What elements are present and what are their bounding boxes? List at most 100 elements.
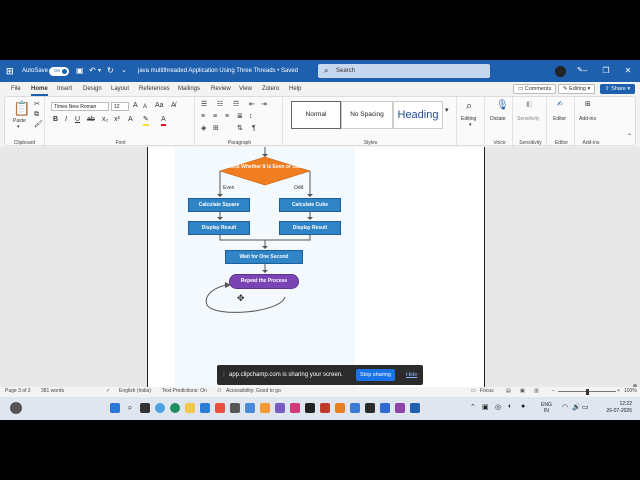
tray-app-icon-4[interactable]: ●: [521, 403, 525, 410]
language-indicator[interactable]: ENG IN: [541, 402, 552, 414]
stop-sharing-button[interactable]: Stop sharing: [356, 369, 395, 381]
app-icon-8[interactable]: [320, 403, 330, 413]
zoom-slider-thumb[interactable]: [586, 389, 589, 395]
comments-button[interactable]: ▭ Comments: [513, 84, 557, 94]
grow-font-icon[interactable]: A: [133, 102, 138, 110]
search-box[interactable]: ⌕ Search: [318, 64, 490, 78]
hide-button[interactable]: Hide: [406, 365, 417, 385]
word-count[interactable]: 381 words: [41, 388, 64, 394]
justify-icon[interactable]: ≣: [237, 113, 243, 121]
italic-icon[interactable]: I: [65, 116, 67, 124]
paste-icon[interactable]: 📋: [13, 101, 30, 115]
cut-icon[interactable]: ✂: [34, 101, 40, 109]
app-icon-2[interactable]: [230, 403, 240, 413]
wifi-icon[interactable]: ◠: [562, 403, 568, 411]
bold-icon[interactable]: B: [53, 116, 58, 124]
change-case-icon[interactable]: Aa: [155, 102, 164, 110]
focus-icon[interactable]: ▭: [471, 388, 476, 394]
dictate-label[interactable]: Dictate: [490, 116, 506, 122]
vertical-scrollbar[interactable]: [632, 147, 638, 407]
tab-home[interactable]: Home: [31, 84, 48, 96]
undo-dropdown-icon[interactable]: ▾: [98, 60, 101, 82]
tab-view[interactable]: View: [239, 84, 252, 96]
zoom-level[interactable]: 100%: [624, 388, 637, 394]
font-color-icon[interactable]: A: [161, 116, 166, 126]
style-no-spacing[interactable]: No Spacing: [341, 101, 393, 129]
font-size-select[interactable]: 12: [111, 102, 129, 111]
sensitivity-label[interactable]: Sensitivity: [517, 116, 540, 122]
app-icon-13[interactable]: [395, 403, 405, 413]
battery-icon[interactable]: ▭: [582, 403, 589, 411]
addins-icon[interactable]: ⊞: [585, 101, 591, 109]
read-mode-icon[interactable]: ▤: [506, 388, 511, 394]
start-icon[interactable]: [110, 403, 120, 413]
app-icon-6[interactable]: [290, 403, 300, 413]
editor-label[interactable]: Editor: [553, 116, 566, 122]
word-taskbar-icon[interactable]: [410, 403, 420, 413]
microphone-icon[interactable]: 🎙: [496, 101, 509, 111]
app-icon-3[interactable]: [245, 403, 255, 413]
style-normal[interactable]: Normal: [291, 101, 341, 129]
align-center-icon[interactable]: ≡: [213, 113, 217, 121]
drag-handle-icon[interactable]: ⋮: [221, 365, 227, 385]
font-name-select[interactable]: Times New Roman: [51, 102, 109, 111]
accessibility-label[interactable]: Accessibility: Good to go: [226, 388, 281, 394]
strikethrough-icon[interactable]: ab: [87, 116, 95, 124]
app-icon-11[interactable]: [365, 403, 375, 413]
volume-icon[interactable]: 🔊: [572, 403, 581, 411]
minimize-icon[interactable]: –: [575, 60, 595, 82]
avatar[interactable]: [555, 66, 566, 77]
text-predictions-label[interactable]: Text Predictions: On: [162, 388, 207, 394]
tab-file[interactable]: File: [11, 84, 21, 96]
app-icon-12[interactable]: [380, 403, 390, 413]
tray-app-icon-3[interactable]: ◐: [508, 403, 512, 410]
paste-dropdown-icon[interactable]: ▾: [17, 124, 20, 130]
app-icon-7[interactable]: [305, 403, 315, 413]
bullets-icon[interactable]: ☰: [201, 101, 207, 109]
zoom-in-icon[interactable]: +: [617, 388, 620, 394]
tab-mailings[interactable]: Mailings: [178, 84, 200, 96]
web-layout-icon[interactable]: ▥: [534, 388, 539, 394]
app-icon-9[interactable]: [335, 403, 345, 413]
tray-app-icon-1[interactable]: ▣: [482, 403, 489, 411]
maximize-icon[interactable]: ❐: [596, 60, 616, 82]
document-title[interactable]: java multithreaded Application Using Thr…: [138, 60, 298, 82]
zoom-out-icon[interactable]: –: [552, 388, 555, 394]
tray-chevron-icon[interactable]: ⌃: [470, 403, 476, 411]
file-explorer-icon[interactable]: [185, 403, 195, 413]
show-formatting-icon[interactable]: ¶: [252, 125, 256, 133]
sort-icon[interactable]: ⇅: [237, 125, 243, 133]
save-icon[interactable]: ▣: [76, 60, 84, 82]
app-icon-5[interactable]: [275, 403, 285, 413]
task-view-icon[interactable]: [140, 403, 150, 413]
align-right-icon[interactable]: ≡: [225, 113, 229, 121]
edge-icon[interactable]: [170, 403, 180, 413]
addins-label[interactable]: Add-ins: [579, 116, 596, 122]
multilevel-list-icon[interactable]: ☶: [233, 101, 239, 109]
line-spacing-icon[interactable]: ↕: [249, 113, 253, 121]
align-left-icon[interactable]: ≡: [201, 113, 205, 121]
page-count[interactable]: Page 3 of 3: [5, 388, 31, 394]
close-icon[interactable]: ✕: [618, 60, 638, 82]
app-icon-4[interactable]: [260, 403, 270, 413]
tab-insert[interactable]: Insert: [57, 84, 72, 96]
editor-icon[interactable]: ✍: [557, 101, 563, 109]
app-icon-1[interactable]: [215, 403, 225, 413]
copy-icon[interactable]: ⧉: [34, 111, 39, 119]
sensitivity-icon[interactable]: ◧: [526, 101, 533, 109]
decrease-indent-icon[interactable]: ⇤: [249, 101, 255, 109]
shading-icon[interactable]: ◈: [201, 125, 206, 133]
tab-references[interactable]: References: [139, 84, 170, 96]
weather-icon[interactable]: [10, 402, 22, 414]
tab-design[interactable]: Design: [83, 84, 102, 96]
numbering-icon[interactable]: ☷: [217, 101, 223, 109]
proofing-icon[interactable]: ✓: [106, 388, 110, 394]
word-app-icon[interactable]: ⊞: [6, 60, 14, 82]
tray-app-icon-2[interactable]: ◎: [495, 403, 501, 411]
shrink-font-icon[interactable]: A: [143, 103, 147, 111]
clock[interactable]: 12:22 26-07-2026: [606, 401, 632, 415]
highlight-icon[interactable]: ✎: [143, 116, 149, 126]
style-heading[interactable]: Heading: [393, 101, 443, 129]
undo-icon[interactable]: ↶: [89, 60, 96, 82]
styles-more-icon[interactable]: ▾: [445, 107, 449, 115]
